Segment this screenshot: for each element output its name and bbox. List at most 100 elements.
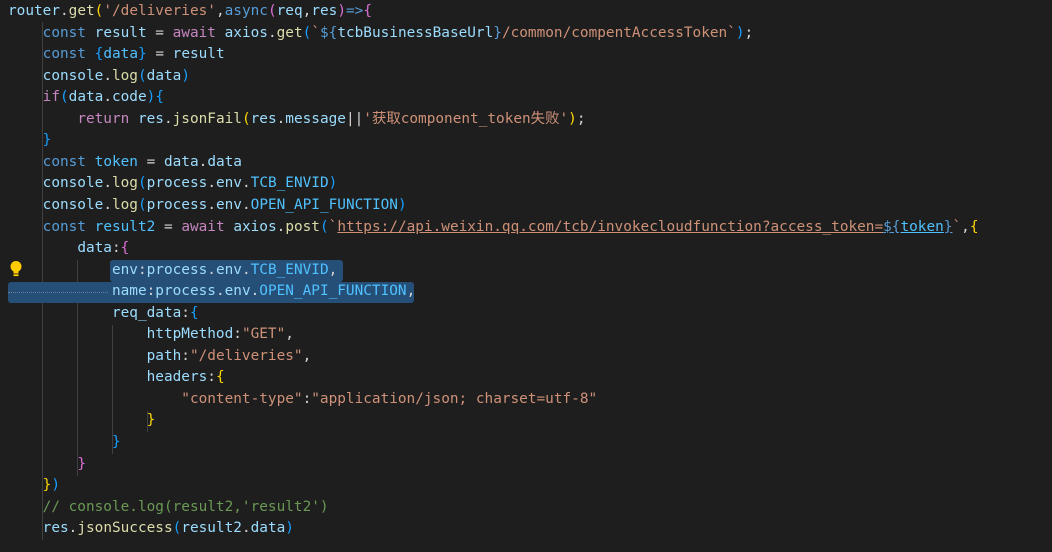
code-token: "GET"	[241, 326, 286, 343]
code-token: data	[68, 89, 104, 106]
code-token: }	[146, 412, 156, 429]
code-token: OPEN_API_FUNCTION	[259, 283, 407, 300]
code-token: const	[42, 24, 86, 41]
code-token: .	[103, 67, 112, 84]
code-token: .	[59, 3, 69, 19]
code-token: }	[493, 24, 502, 41]
code-token: :	[302, 390, 312, 407]
code-token: `	[328, 218, 338, 235]
code-token: '/deliveries'	[103, 3, 216, 19]
code-token: ,	[285, 326, 294, 343]
lightbulb-icon[interactable]	[9, 260, 23, 278]
code-line-text: router.get('/deliveries',async(req,res)=…	[8, 1, 372, 23]
code-token: router	[8, 3, 60, 19]
code-token: ;	[744, 24, 754, 41]
code-token: env	[215, 196, 242, 213]
code-token: jsonFail	[172, 110, 242, 127]
code-token: process	[146, 175, 208, 192]
code-token: =	[137, 153, 164, 170]
code-token: // console.log(result2,'result2')	[42, 498, 329, 515]
code-token: axios	[224, 24, 268, 41]
code-token: get	[68, 3, 95, 19]
code-token: token	[900, 218, 944, 235]
code-line-text: console.log(data)	[8, 66, 190, 88]
code-token: env	[215, 261, 242, 278]
code-token: return	[77, 110, 130, 127]
code-token: env	[224, 283, 251, 300]
code-token: https://api.weixin.qq.com/tcb/invokeclou…	[337, 218, 884, 235]
code-token: .	[215, 283, 225, 300]
code-token: )	[51, 477, 60, 494]
code-token: data	[207, 153, 242, 170]
code-token: )	[146, 89, 156, 106]
code-token: log	[111, 175, 138, 192]
code-token: ,	[406, 283, 416, 300]
code-token: ;	[576, 110, 586, 127]
code-token: jsonSuccess	[77, 520, 173, 537]
code-editor[interactable]: router.get('/deliveries',async(req,res)=…	[0, 0, 1052, 552]
code-token: ${	[319, 24, 338, 41]
code-token: name	[111, 283, 147, 300]
code-token: .	[163, 110, 173, 127]
code-token: res	[137, 110, 164, 127]
code-token: process	[155, 283, 216, 300]
code-token: }	[77, 455, 86, 472]
code-token: .	[103, 175, 112, 192]
code-token: )	[397, 196, 407, 213]
code-token: .	[241, 175, 251, 192]
code-token: data	[146, 67, 182, 84]
code-token: log	[111, 196, 138, 213]
code-token: ,	[302, 347, 312, 364]
code-token: post	[285, 218, 320, 235]
code-token: process	[146, 196, 208, 213]
code-token: (	[302, 24, 312, 41]
code-token: result	[172, 46, 225, 63]
code-token: .	[207, 261, 216, 278]
code-token: '获取component_token失败'	[363, 110, 569, 127]
code-token: (	[319, 218, 329, 235]
code-token: =	[146, 46, 173, 63]
code-token: }	[137, 46, 147, 63]
code-token: )	[181, 67, 190, 84]
code-line-text: res.jsonSuccess(result2.data)	[8, 518, 294, 540]
code-token: (	[137, 67, 147, 84]
code-line-text: req_data:{	[8, 303, 199, 325]
code-token: if	[42, 89, 60, 106]
code-token: await	[172, 24, 216, 41]
code-token: data	[77, 240, 112, 257]
code-token: .	[250, 283, 260, 300]
code-token: )	[285, 520, 294, 537]
code-line-text: // console.log(result2,'result2')	[8, 497, 329, 519]
code-token: const	[42, 218, 86, 235]
code-token: data	[250, 520, 286, 537]
code-token: OPEN_API_FUNCTION	[250, 196, 398, 213]
code-token: .	[241, 261, 251, 278]
code-token: .	[241, 196, 251, 213]
code-token: =>	[345, 3, 364, 19]
code-token: "application/json; charset=utf-8"	[311, 390, 598, 407]
code-token: `	[952, 218, 962, 235]
code-token: path	[146, 347, 182, 364]
code-token: =	[146, 24, 173, 41]
code-token: .	[267, 24, 277, 41]
code-line-text: }	[8, 454, 86, 476]
code-token: /common/compentAccessToken`	[501, 24, 736, 41]
